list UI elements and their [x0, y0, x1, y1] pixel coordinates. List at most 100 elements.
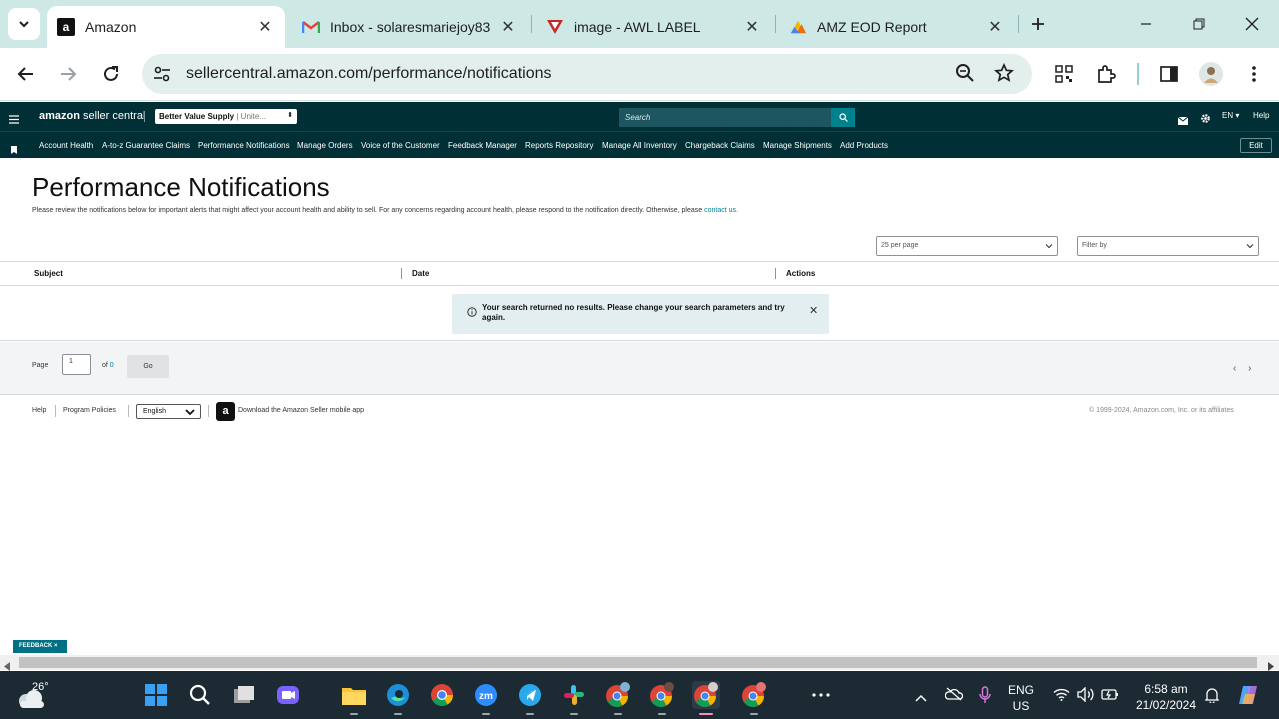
- help-link[interactable]: Help: [1253, 111, 1269, 120]
- nav-manage-inventory[interactable]: Manage All Inventory: [602, 141, 677, 150]
- edge-browser-icon[interactable]: [384, 681, 412, 715]
- close-icon[interactable]: ✕: [498, 17, 518, 37]
- windows-taskbar: 26° zm ENG US 6:58 am 21/02/2024: [0, 671, 1279, 719]
- profile-avatar[interactable]: [1195, 58, 1227, 90]
- search-input[interactable]: Search: [619, 108, 831, 127]
- program-policies-link[interactable]: Program Policies: [63, 407, 116, 414]
- tab-gmail[interactable]: Inbox - solaresmariejoy83 ✕: [292, 6, 528, 48]
- mail-icon[interactable]: [1177, 112, 1189, 130]
- new-tab-button[interactable]: [1022, 8, 1054, 40]
- teams-chat-icon[interactable]: [274, 681, 302, 709]
- microphone-icon[interactable]: [979, 686, 991, 709]
- volume-icon[interactable]: [1077, 686, 1095, 707]
- restore-button[interactable]: [1176, 8, 1222, 40]
- store-selector[interactable]: Better Value Supply | Unite... ⬍: [155, 109, 297, 124]
- notification-bell-icon[interactable]: [1204, 687, 1220, 708]
- per-page-select[interactable]: 25 per page: [876, 236, 1058, 256]
- tab-search-button[interactable]: [8, 8, 40, 40]
- hamburger-menu-icon[interactable]: [9, 111, 19, 129]
- more-apps-icon[interactable]: [807, 681, 835, 709]
- windows-start-icon[interactable]: [142, 681, 170, 709]
- copilot-icon[interactable]: [1237, 684, 1261, 711]
- footer-language-select[interactable]: English: [136, 404, 201, 419]
- battery-icon[interactable]: [1101, 687, 1119, 706]
- running-indicator: [350, 713, 358, 715]
- chrome-icon[interactable]: [428, 681, 456, 709]
- extensions-icon[interactable]: [1090, 58, 1122, 90]
- chrome-profile-icon[interactable]: [740, 681, 768, 715]
- task-view-icon[interactable]: [230, 681, 258, 709]
- telegram-icon[interactable]: [516, 681, 544, 715]
- nav-reports-repository[interactable]: Reports Repository: [525, 141, 593, 150]
- zoom-app-icon[interactable]: zm: [472, 681, 500, 715]
- close-window-button[interactable]: [1229, 8, 1275, 40]
- bookmark-star-icon[interactable]: [993, 62, 1015, 88]
- close-icon[interactable]: ✕: [742, 17, 762, 37]
- edit-nav-button[interactable]: Edit: [1240, 138, 1272, 153]
- file-explorer-icon[interactable]: [340, 681, 368, 715]
- browser-toolbar: sellercentral.amazon.com/performance/not…: [0, 48, 1279, 101]
- forward-button[interactable]: [52, 58, 84, 90]
- slack-icon[interactable]: [560, 681, 588, 715]
- input-language[interactable]: ENG US: [1008, 682, 1034, 714]
- tab-awl-label[interactable]: image - AWL LABEL ✕: [536, 6, 772, 48]
- previous-page-icon[interactable]: ‹: [1233, 363, 1236, 374]
- nav-voice-of-customer[interactable]: Voice of the Customer: [361, 141, 440, 150]
- nav-manage-orders[interactable]: Manage Orders: [297, 141, 353, 150]
- nav-performance-notifications[interactable]: Performance Notifications: [198, 141, 290, 150]
- nav-feedback-manager[interactable]: Feedback Manager: [448, 141, 517, 150]
- nav-add-products[interactable]: Add Products: [840, 141, 888, 150]
- download-app-link[interactable]: Download the Amazon Seller mobile app: [238, 407, 364, 414]
- zoom-icon[interactable]: [955, 63, 975, 88]
- onedrive-icon[interactable]: [944, 687, 964, 706]
- bookmark-icon[interactable]: [11, 141, 17, 159]
- tab-title: Inbox - solaresmariejoy83: [330, 19, 491, 35]
- nav-manage-shipments[interactable]: Manage Shipments: [763, 141, 832, 150]
- back-button[interactable]: [10, 58, 42, 90]
- horizontal-scrollbar[interactable]: [0, 655, 1279, 671]
- filter-select[interactable]: Filter by: [1077, 236, 1259, 256]
- search-icon[interactable]: [186, 681, 214, 709]
- browser-menu-icon[interactable]: [1238, 58, 1270, 90]
- nav-a-to-z-claims[interactable]: A-to-z Guarantee Claims: [102, 141, 190, 150]
- go-button[interactable]: Go: [127, 355, 169, 378]
- page-title: Performance Notifications: [32, 172, 330, 202]
- settings-gear-icon[interactable]: [1200, 111, 1211, 129]
- restore-icon: [1193, 18, 1205, 30]
- column-header-actions: Actions: [786, 269, 816, 278]
- scrollbar-thumb[interactable]: [19, 657, 1257, 668]
- awl-icon: [546, 18, 564, 36]
- chevron-up-icon[interactable]: [915, 689, 927, 707]
- tab-amz-eod-report[interactable]: AMZ EOD Report ✕: [779, 6, 1015, 48]
- close-icon[interactable]: ✕: [985, 17, 1005, 37]
- footer-help-link[interactable]: Help: [32, 407, 46, 414]
- clock[interactable]: 6:58 am 21/02/2024: [1134, 681, 1198, 713]
- chrome-profile-icon[interactable]: [604, 681, 632, 715]
- nav-chargeback-claims[interactable]: Chargeback Claims: [685, 141, 755, 150]
- address-bar[interactable]: sellercentral.amazon.com/performance/not…: [142, 54, 1032, 94]
- column-header-subject[interactable]: Subject: [34, 269, 63, 278]
- qr-code-icon[interactable]: [1048, 58, 1080, 90]
- chrome-active-icon[interactable]: [692, 681, 720, 715]
- side-panel-icon[interactable]: [1153, 58, 1185, 90]
- column-header-date[interactable]: Date: [412, 269, 429, 278]
- amazon-app-icon[interactable]: a: [216, 402, 235, 421]
- arrow-left-icon: [17, 67, 33, 81]
- tab-amazon[interactable]: a Amazon ✕: [47, 6, 285, 48]
- contact-us-link[interactable]: contact us.: [704, 207, 738, 214]
- seller-central-logo[interactable]: amazon seller central: [39, 110, 145, 122]
- close-icon[interactable]: ✕: [809, 304, 818, 317]
- page-number-input[interactable]: 1: [62, 354, 91, 375]
- page-label: Page: [32, 362, 49, 369]
- site-settings-icon[interactable]: [152, 64, 172, 89]
- nav-account-health[interactable]: Account Health: [39, 141, 93, 150]
- wifi-icon[interactable]: [1053, 688, 1070, 706]
- feedback-button[interactable]: FEEDBACK ×: [13, 640, 67, 653]
- chrome-profile-icon[interactable]: [648, 681, 676, 715]
- search-button[interactable]: [831, 108, 855, 127]
- next-page-icon[interactable]: ›: [1248, 363, 1251, 374]
- close-icon[interactable]: ✕: [255, 17, 275, 37]
- minimize-button[interactable]: [1123, 8, 1169, 40]
- reload-button[interactable]: [95, 58, 127, 90]
- language-selector[interactable]: EN ▾: [1222, 111, 1239, 120]
